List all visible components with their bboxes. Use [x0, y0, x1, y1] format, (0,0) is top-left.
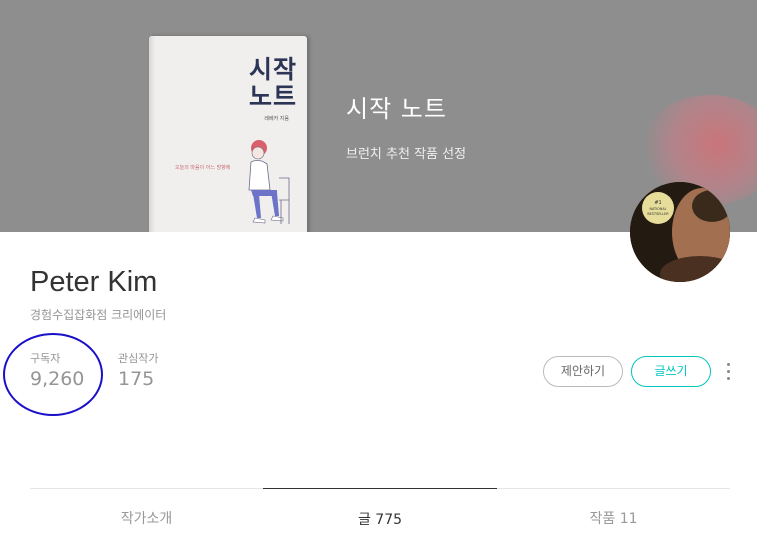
more-dot [727, 377, 730, 380]
book-tagline: 오늘의 마음이 어느 방향에 [175, 165, 231, 171]
highlight-circle-annotation [3, 333, 103, 416]
book-spine [149, 36, 155, 232]
book-illustration [248, 140, 290, 224]
svg-text:#1: #1 [654, 200, 661, 206]
tab-posts[interactable]: 글 775 [263, 488, 497, 547]
author-role: 경험수집잡화점 크리에이터 [30, 308, 167, 322]
svg-text:NATIONAL: NATIONAL [649, 207, 666, 211]
author-name: Peter Kim [30, 266, 158, 298]
cover-title: 시작 노트 [346, 95, 447, 123]
book-cover[interactable]: 시작 노트 레베카 지음 오늘의 마음이 어느 방향에 [149, 36, 307, 232]
tab-works[interactable]: 작품 11 [497, 488, 730, 547]
suggest-button[interactable]: 제안하기 [543, 356, 623, 387]
cover-subtitle: 브런치 추천 작품 선정 [346, 147, 467, 162]
avatar-photo: #1 NATIONAL BESTSELLER [630, 182, 730, 282]
book-author: 레베카 지음 [264, 116, 289, 122]
more-dot [727, 363, 730, 366]
more-vertical-icon[interactable] [722, 361, 734, 383]
book-title: 시작 노트 [249, 56, 297, 110]
tab-about[interactable]: 작가소개 [30, 488, 263, 547]
more-dot [727, 370, 730, 373]
avatar[interactable]: #1 NATIONAL BESTSELLER [630, 182, 730, 282]
write-button[interactable]: 글쓰기 [631, 356, 711, 387]
book-title-line2: 노트 [248, 82, 297, 111]
following-count[interactable]: 175 [118, 368, 154, 390]
svg-text:BESTSELLER: BESTSELLER [647, 212, 669, 216]
following-label: 관심작가 [118, 352, 159, 365]
book-title-line1: 시작 [248, 55, 297, 84]
